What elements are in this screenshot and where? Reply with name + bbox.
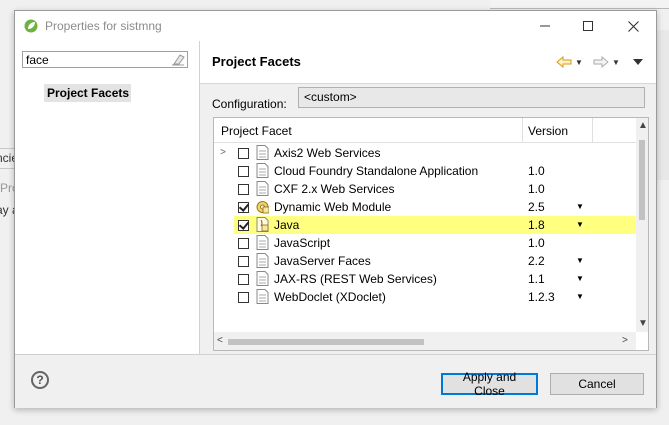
- chevron-down-icon[interactable]: ▼: [612, 58, 620, 67]
- configuration-label: Configuration:: [212, 97, 287, 111]
- table-row[interactable]: Dynamic Web Module 2.5 ▼: [214, 198, 636, 216]
- facet-version[interactable]: 1.0: [528, 234, 545, 252]
- version-dropdown-icon[interactable]: ▼: [576, 216, 584, 234]
- properties-dialog: Properties for sistmng Project Facets Pr…: [14, 10, 657, 408]
- facets-table: Project Facet Version > Axis2 Web Servic…: [213, 117, 649, 351]
- facet-version[interactable]: 2.5: [528, 198, 545, 216]
- sidebar: Project Facets: [15, 41, 200, 354]
- facet-checkbox[interactable]: [238, 292, 249, 303]
- facet-checkbox[interactable]: [238, 202, 249, 213]
- page-icon: [256, 181, 269, 196]
- page-icon: [256, 145, 269, 160]
- facet-name: WebDoclet (XDoclet): [274, 290, 386, 304]
- window-title: Properties for sistmng: [45, 19, 162, 33]
- page-icon: [256, 235, 269, 250]
- facet-checkbox[interactable]: [238, 238, 249, 249]
- vertical-scrollbar[interactable]: ▲ ▼: [636, 118, 648, 332]
- table-row[interactable]: > Axis2 Web Services: [214, 144, 636, 162]
- facet-name: Axis2 Web Services: [274, 146, 381, 160]
- facet-checkbox[interactable]: [238, 184, 249, 195]
- app-leaf-icon: [24, 19, 38, 33]
- facet-name: Dynamic Web Module: [274, 200, 392, 214]
- button-bar: ? Apply and Close Cancel: [15, 354, 656, 408]
- version-dropdown-icon[interactable]: ▼: [576, 288, 584, 306]
- forward-arrow-icon[interactable]: [593, 56, 609, 68]
- filter-input[interactable]: [23, 52, 166, 67]
- page-icon: [256, 253, 269, 268]
- view-menu[interactable]: [633, 54, 643, 70]
- horizontal-scrollbar[interactable]: < >: [214, 332, 636, 350]
- locked-module-icon: [256, 201, 269, 214]
- apply-and-close-button[interactable]: Apply and Close: [441, 370, 538, 398]
- facet-name: JAX-RS (REST Web Services): [274, 272, 437, 286]
- facet-version[interactable]: 1.2.3: [528, 288, 555, 306]
- facet-checkbox[interactable]: [238, 166, 249, 177]
- facet-name: Java: [274, 218, 300, 232]
- back-arrow-icon[interactable]: [556, 56, 572, 68]
- page-icon: [256, 289, 269, 304]
- facet-version[interactable]: 2.2: [528, 252, 545, 270]
- facet-version[interactable]: 1.0: [528, 162, 545, 180]
- column-header-version[interactable]: Version: [528, 124, 568, 138]
- filter-field[interactable]: [22, 51, 188, 68]
- cancel-button[interactable]: Cancel: [550, 373, 644, 395]
- version-dropdown-icon[interactable]: ▼: [576, 252, 584, 270]
- sidebar-item-project-facets[interactable]: Project Facets: [44, 84, 131, 102]
- scroll-right-icon[interactable]: >: [622, 335, 628, 346]
- facet-name: Cloud Foundry Standalone Application: [274, 164, 479, 178]
- forward-nav[interactable]: ▼: [593, 54, 620, 70]
- facet-name: JavaScript: [274, 236, 331, 250]
- expand-arrow-icon[interactable]: >: [220, 147, 226, 158]
- vertical-scroll-thumb[interactable]: [639, 140, 645, 220]
- table-row[interactable]: JavaScript 1.0: [214, 234, 636, 252]
- table-row[interactable]: Cloud Foundry Standalone Application 1.0: [214, 162, 636, 180]
- clear-filter-icon[interactable]: [171, 53, 185, 66]
- scroll-left-icon[interactable]: <: [217, 335, 223, 346]
- version-dropdown-icon[interactable]: ▼: [576, 270, 584, 288]
- main-pane: Project Facets ▼ ▼ Configuration: <custo…: [200, 41, 656, 354]
- page-icon: [256, 163, 269, 178]
- table-row[interactable]: JAX-RS (REST Web Services) 1.1 ▼: [214, 270, 636, 288]
- facet-checkbox[interactable]: [238, 220, 249, 231]
- table-row[interactable]: CXF 2.x Web Services 1.0: [214, 180, 636, 198]
- page-icon: [256, 271, 269, 286]
- chevron-down-icon[interactable]: ▼: [575, 58, 583, 67]
- maximize-icon: [583, 21, 593, 31]
- facet-name: JavaServer Faces: [274, 254, 371, 268]
- facet-version[interactable]: 1.1: [528, 270, 545, 288]
- facet-checkbox[interactable]: [238, 256, 249, 267]
- version-dropdown-icon[interactable]: ▼: [576, 198, 584, 216]
- horizontal-scroll-thumb[interactable]: [228, 339, 424, 345]
- facet-version[interactable]: 1.8: [528, 216, 545, 234]
- close-button[interactable]: [618, 15, 648, 37]
- column-header-facet[interactable]: Project Facet: [221, 124, 292, 138]
- background-scrollbar: [656, 30, 669, 180]
- table-row[interactable]: Java 1.8 ▼: [214, 216, 636, 234]
- configuration-select[interactable]: <custom>: [298, 87, 645, 108]
- facet-version[interactable]: 1.0: [528, 180, 545, 198]
- close-icon: [627, 20, 639, 32]
- minimize-icon: [540, 25, 550, 27]
- scroll-up-icon[interactable]: ▲: [638, 120, 648, 131]
- page-title: Project Facets: [212, 54, 301, 69]
- minimize-button[interactable]: [530, 15, 560, 37]
- facet-checkbox[interactable]: [238, 274, 249, 285]
- table-row[interactable]: WebDoclet (XDoclet) 1.2.3 ▼: [214, 288, 636, 306]
- menu-dropdown-icon[interactable]: [633, 58, 643, 66]
- table-header: Project Facet Version: [214, 118, 636, 143]
- facet-name: CXF 2.x Web Services: [274, 182, 395, 196]
- maximize-button[interactable]: [573, 15, 603, 37]
- scroll-down-icon[interactable]: ▼: [638, 318, 648, 329]
- title-bar: Properties for sistmng: [15, 11, 656, 41]
- table-row[interactable]: JavaServer Faces 2.2 ▼: [214, 252, 636, 270]
- background-window-edge: [490, 0, 669, 9]
- back-nav[interactable]: ▼: [556, 54, 583, 70]
- facet-checkbox[interactable]: [238, 148, 249, 159]
- page-header: Project Facets ▼ ▼: [200, 41, 656, 84]
- locked-java-icon: [256, 217, 269, 232]
- help-button[interactable]: ?: [31, 371, 49, 389]
